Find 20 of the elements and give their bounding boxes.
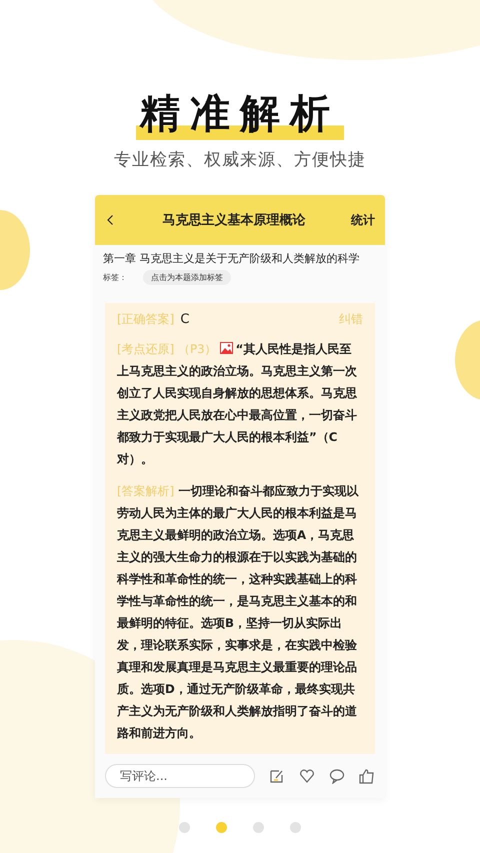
answer-value: C [180,312,190,327]
stats-button[interactable]: 统计 [351,212,375,228]
thumbs-up-icon[interactable] [359,768,375,784]
point-paragraph: [考点还原] （P3） “其人民性是指人民至上马克思主义的政治立场。马克思主义第一次创立了人民实现自身解放的思想体系。马克思主义政党把人民放在心中最高位置，一切奋斗都致力于实现最广大人民的根本利益”（C对）。 [117,341,358,468]
tag-label: 标签： [103,272,127,283]
chapter-title: 第一章 马克思主义是关于无产阶级和人类解放的科学 [102,251,361,266]
add-tag-button[interactable]: 点击为本题添加标签 [143,270,231,285]
hero-subtitle: 专业检索、权威来源、方便快捷 [114,149,366,171]
comment-icon[interactable] [329,768,345,784]
header-title: 马克思主义基本原理概论 [162,212,306,229]
image-icon[interactable] [220,342,233,354]
edit-icon[interactable] [269,768,285,784]
heart-icon[interactable] [299,768,315,784]
answer-label: [正确答案] [117,311,174,328]
page-dot[interactable] [290,822,301,833]
page-dot[interactable] [253,822,264,833]
page-dot[interactable] [179,822,190,833]
analysis-paragraph: [答案解析] 一切理论和奋斗都应致力于实现以劳动人民为主体的最广大人民的根本利益是马克思主义最鲜明的政治立场。选项A，马克思主义的强大生命力的根源在于以实践为基础的科学性和革命性的统一，这种实践基础上的科学性与革命性的统一，是马克思主义基本的和最鲜明的特征。选项B，坚持一切从实际出发，理论联系实际，实事求是，在实践中检验真理和发展真理是马克思主义最重要的理论品质。选项D，通过无产阶级革命，最终实现共产主义为无产阶级和人类解放指明了奋斗的道路和前进方向。 [117,483,360,742]
comment-field[interactable]: 写评论... [105,764,255,788]
page-dot[interactable] [216,822,227,833]
